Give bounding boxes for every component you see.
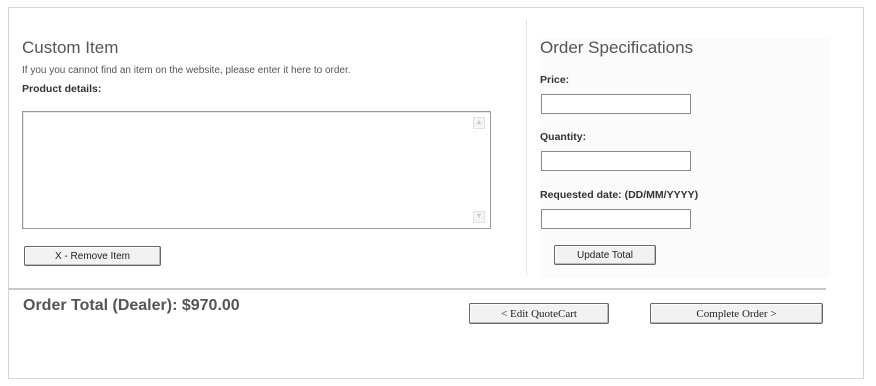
scroll-up-arrow-icon[interactable]: ▲ xyxy=(473,117,485,129)
requested-date-label: Requested date: (DD/MM/YYYY) xyxy=(540,189,699,201)
section-divider xyxy=(526,20,527,275)
footer-divider xyxy=(8,288,826,290)
custom-item-section: Custom Item If you you cannot find an it… xyxy=(22,38,502,266)
product-details-wrapper: ▲ ▼ xyxy=(22,111,491,229)
product-details-textarea[interactable] xyxy=(22,111,491,229)
custom-item-hint: If you you cannot find an item on the we… xyxy=(22,65,351,76)
price-label: Price: xyxy=(540,74,570,86)
price-input[interactable] xyxy=(541,94,691,114)
edit-quotecart-button[interactable]: < Edit QuoteCart xyxy=(469,303,609,324)
quantity-input[interactable] xyxy=(541,151,691,171)
custom-item-title: Custom Item xyxy=(22,38,119,57)
complete-order-button[interactable]: Complete Order > xyxy=(650,303,823,324)
scroll-down-arrow-icon[interactable]: ▼ xyxy=(473,211,485,223)
update-total-button[interactable]: Update Total xyxy=(554,245,656,265)
remove-item-button[interactable]: X - Remove Item xyxy=(24,246,161,266)
order-specifications-title: Order Specifications xyxy=(540,38,694,57)
requested-date-input[interactable] xyxy=(541,209,691,229)
order-specifications-section: Order Specifications Price: Quantity: Re… xyxy=(540,38,830,278)
order-total-text: Order Total (Dealer): $970.00 xyxy=(23,297,240,314)
quantity-label: Quantity: xyxy=(540,131,587,143)
product-details-label: Product details: xyxy=(22,83,102,95)
